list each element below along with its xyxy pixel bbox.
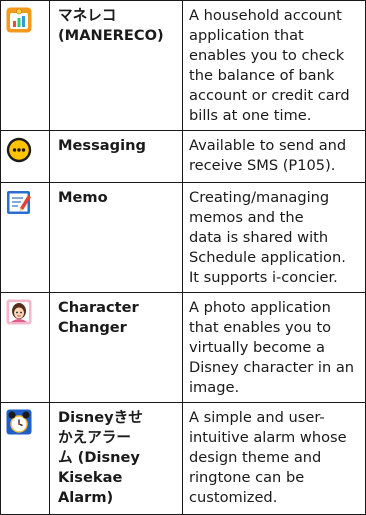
app-name-line: (MANERECO) — [58, 27, 164, 44]
description-line: that enables you to — [189, 319, 332, 336]
app-name-line: Kisekae — [58, 469, 123, 486]
icon-cell — [0, 0, 50, 131]
description-line: A photo application — [189, 299, 331, 316]
app-name-line: Character — [58, 299, 139, 316]
app-name: Messaging — [49, 130, 183, 183]
description-line: account or credit card — [189, 87, 350, 104]
app-description: Available to send and receive SMS (P105)… — [182, 130, 366, 183]
app-description: A household account application that ena… — [182, 0, 366, 131]
description-line: enables you to check — [189, 47, 345, 64]
app-name: Character Changer — [49, 292, 183, 403]
app-name: マネレコ (MANERECO) — [49, 0, 183, 131]
description-line: design theme and — [189, 449, 322, 466]
app-description: A photo application that enables you to … — [182, 292, 366, 403]
description-line: intuitive alarm whose — [189, 429, 347, 446]
description-line: ringtone can be — [189, 469, 305, 486]
table-row: Character Changer A photo application th… — [0, 292, 366, 403]
app-name-line: Messaging — [58, 137, 146, 154]
app-name-line: ム (Disney — [58, 449, 140, 466]
app-description: A simple and user- intuitive alarm whose… — [182, 402, 366, 515]
description-line: It supports i-concier. — [189, 269, 338, 286]
icon-cell — [0, 402, 50, 515]
icon-cell — [0, 182, 50, 293]
description-line: A simple and user- — [189, 409, 325, 426]
description-line: application that — [189, 27, 304, 44]
app-name-line: かえアラー — [58, 429, 131, 446]
app-name-line: Alarm) — [58, 489, 114, 506]
disney-kisekae-alarm-app-icon — [6, 409, 32, 435]
app-table: マネレコ (MANERECO) A household account appl… — [0, 0, 366, 515]
table-row: マネレコ (MANERECO) A household account appl… — [0, 0, 366, 131]
table-row: Messaging Available to send and receive … — [0, 130, 366, 183]
app-name-line: マネレコ — [58, 7, 117, 24]
description-line: A household account — [189, 7, 342, 24]
icon-cell — [0, 292, 50, 403]
description-line: Schedule application. — [189, 249, 346, 266]
description-line: image. — [189, 379, 240, 396]
app-name-line: Disneyきせ — [58, 409, 143, 426]
table-row: Disneyきせ かえアラー ム (Disney Kisekae Alarm) … — [0, 402, 366, 515]
character-changer-app-icon — [6, 299, 32, 325]
app-name: Disneyきせ かえアラー ム (Disney Kisekae Alarm) — [49, 402, 183, 515]
description-line: the balance of bank — [189, 67, 335, 84]
app-name-line: Memo — [58, 189, 108, 206]
description-line: Available to send and — [189, 137, 347, 154]
app-description: Creating/managing memos and the data is … — [182, 182, 366, 293]
description-line: Creating/managing — [189, 189, 330, 206]
description-line: virtually become a — [189, 339, 325, 356]
description-line: data is shared with — [189, 229, 329, 246]
description-line: receive SMS (P105). — [189, 157, 336, 174]
table-row: Memo Creating/managing memos and the dat… — [0, 182, 366, 293]
description-line: bills at one time. — [189, 107, 312, 124]
messaging-app-icon — [6, 137, 32, 163]
manereco-app-icon — [6, 7, 32, 33]
icon-cell — [0, 130, 50, 183]
app-name-line: Changer — [58, 319, 127, 336]
description-line: memos and the — [189, 209, 304, 226]
description-line: customized. — [189, 489, 278, 506]
app-name: Memo — [49, 182, 183, 293]
memo-app-icon — [7, 191, 31, 214]
description-line: Disney character in an — [189, 359, 355, 376]
